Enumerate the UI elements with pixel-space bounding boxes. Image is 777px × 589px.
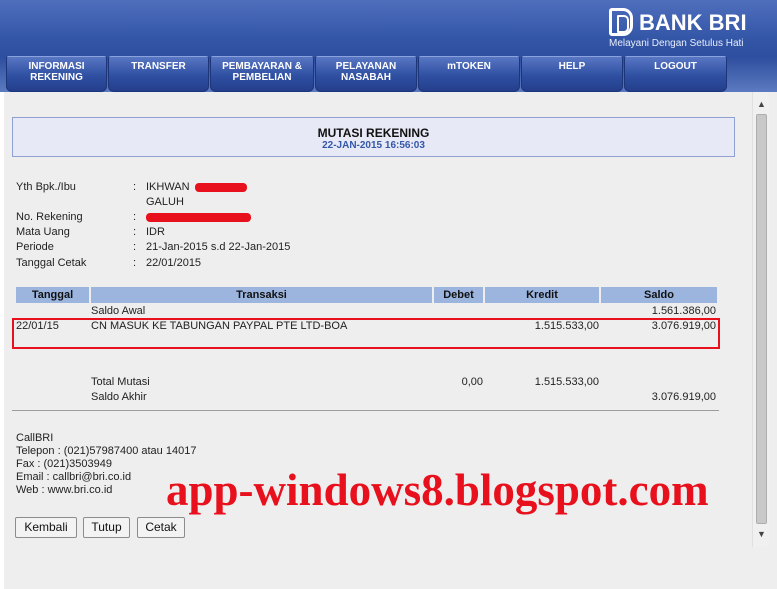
- separator: :: [133, 226, 137, 238]
- contact-title: CallBRI: [16, 432, 54, 444]
- tab-informasi-rekening[interactable]: INFORMASI REKENING: [6, 56, 107, 92]
- column-header-credit: Kredit: [485, 287, 599, 303]
- currency-label: Mata Uang: [16, 226, 70, 238]
- column-header-balance: Saldo: [601, 287, 717, 303]
- watermark-text: app-windows8.blogspot.com: [166, 465, 709, 515]
- separator: :: [133, 211, 137, 223]
- contact-web: Web : www.bri.co.id: [16, 484, 113, 496]
- main-nav: INFORMASI REKENING TRANSFER PEMBAYARAN &…: [0, 56, 777, 92]
- column-header-transaction: Transaksi: [91, 287, 432, 303]
- tab-mtoken[interactable]: mTOKEN: [418, 56, 520, 92]
- column-header-date: Tanggal: [16, 287, 89, 303]
- tab-pembayaran-pembelian[interactable]: PEMBAYARAN & PEMBELIAN: [210, 56, 314, 92]
- bri-logo-icon: [609, 8, 633, 36]
- transaction-date: 22/01/15: [16, 320, 59, 332]
- closing-balance-value: 3.076.919,00: [651, 391, 716, 403]
- redaction-mark: [195, 183, 247, 192]
- transaction-credit: 1.515.533,00: [534, 320, 599, 332]
- period-value: 21-Jan-2015 s.d 22-Jan-2015: [146, 241, 291, 253]
- total-credit: 1.515.533,00: [534, 376, 599, 388]
- separator: :: [133, 241, 137, 253]
- transaction-description: CN MASUK KE TABUNGAN PAYPAL PTE LTD-BOA: [91, 320, 348, 332]
- opening-balance-value: 1.561.386,00: [651, 305, 716, 317]
- close-button[interactable]: Tutup: [83, 517, 130, 538]
- vertical-scrollbar[interactable]: ▲ ▼: [752, 92, 769, 547]
- print-date-value: 22/01/2015: [146, 257, 202, 269]
- total-mutation-label: Total Mutasi: [91, 376, 150, 388]
- account-number-label: No. Rekening: [16, 211, 83, 223]
- print-button[interactable]: Cetak: [137, 517, 185, 538]
- customer-name: IKHWAN: [146, 181, 190, 193]
- period-label: Periode: [16, 241, 54, 253]
- account-number-redaction: [146, 213, 251, 222]
- contact-fax: Fax : (021)3503949: [16, 458, 113, 470]
- back-button[interactable]: Kembali: [15, 517, 77, 538]
- closing-balance-label: Saldo Akhir: [91, 391, 147, 403]
- currency-value: IDR: [146, 226, 165, 238]
- contact-email: Email : callbri@bri.co.id: [16, 471, 132, 483]
- customer-name-line2: GALUH: [146, 196, 184, 208]
- tab-logout[interactable]: LOGOUT: [624, 56, 727, 92]
- divider: [12, 410, 719, 411]
- page-datetime: 22-JAN-2015 16:56:03: [322, 140, 425, 151]
- title-panel: MUTASI REKENING 22-JAN-2015 16:56:03: [12, 117, 735, 157]
- print-date-label: Tanggal Cetak: [16, 257, 87, 269]
- scroll-down-arrow-icon[interactable]: ▼: [753, 526, 770, 543]
- tab-help[interactable]: HELP: [521, 56, 623, 92]
- separator: :: [133, 181, 137, 193]
- bank-logo: BANK BRI Melayani Dengan Setulus Hati: [607, 6, 767, 52]
- customer-name-label: Yth Bpk./Ibu: [16, 181, 76, 193]
- separator: :: [133, 257, 137, 269]
- total-debit: 0,00: [461, 376, 483, 388]
- column-header-debit: Debet: [434, 287, 483, 303]
- scroll-up-arrow-icon[interactable]: ▲: [753, 96, 770, 113]
- tab-transfer[interactable]: TRANSFER: [108, 56, 209, 92]
- contact-phone: Telepon : (021)57987400 atau 14017: [16, 445, 197, 457]
- opening-balance-label: Saldo Awal: [91, 305, 146, 317]
- bank-name: BANK BRI: [639, 10, 747, 35]
- transaction-balance: 3.076.919,00: [651, 320, 716, 332]
- bank-tagline: Melayani Dengan Setulus Hati: [609, 38, 744, 49]
- scroll-thumb[interactable]: [756, 114, 767, 524]
- tab-pelayanan-nasabah[interactable]: PELAYANAN NASABAH: [315, 56, 417, 92]
- page-title: MUTASI REKENING: [317, 126, 430, 140]
